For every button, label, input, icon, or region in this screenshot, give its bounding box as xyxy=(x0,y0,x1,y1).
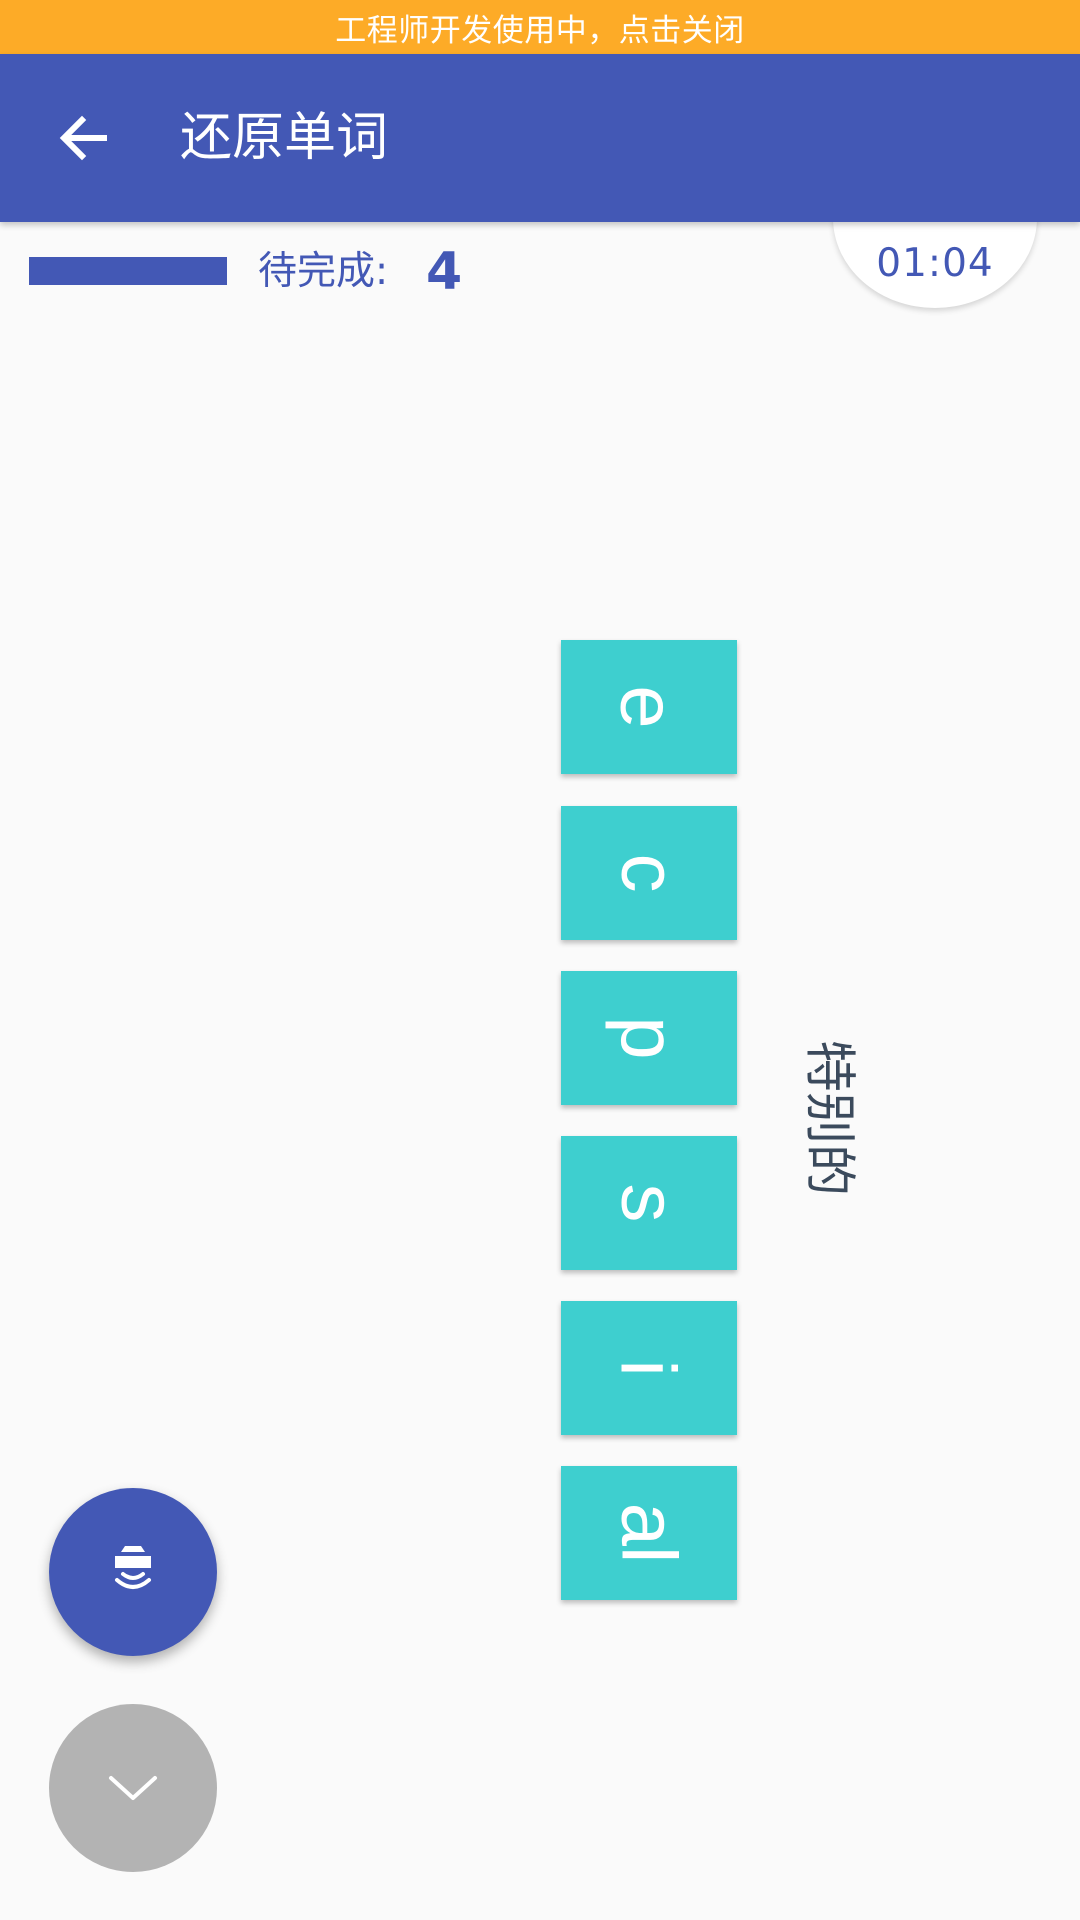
tile-letter: s xyxy=(605,1183,693,1223)
tile-letter: al xyxy=(605,1502,693,1564)
remaining-label: 待完成: xyxy=(258,249,389,294)
letter-tile[interactable]: e xyxy=(561,640,737,774)
chevron-down-icon xyxy=(109,1776,157,1800)
page-title: 还原单词 xyxy=(180,108,389,168)
dev-mode-banner-text: 工程师开发使用中，点击关闭 xyxy=(335,12,745,49)
remaining-count: 4 xyxy=(426,242,463,302)
letter-tile[interactable]: al xyxy=(561,1466,737,1600)
letter-tile[interactable]: c xyxy=(561,806,737,940)
timer-text: 01:04 xyxy=(876,241,994,286)
speaker-sound-icon xyxy=(115,1546,151,1589)
pronounce-button[interactable] xyxy=(49,1488,217,1656)
dev-mode-banner[interactable]: 工程师开发使用中，点击关闭 xyxy=(0,0,1080,54)
tile-letter: c xyxy=(605,853,693,893)
word-meaning: 特别的 xyxy=(798,1039,859,1197)
letter-tile[interactable]: s xyxy=(561,1136,737,1270)
screen: 工程师开发使用中，点击关闭 还原单词 待完成: 4 01:04 e c p s … xyxy=(0,0,1080,1920)
letter-tile[interactable]: i xyxy=(561,1301,737,1435)
back-button[interactable] xyxy=(40,94,128,182)
collapse-button[interactable] xyxy=(49,1704,217,1872)
app-bar: 还原单词 xyxy=(0,54,1080,222)
progress-bar xyxy=(29,257,227,285)
letter-tile[interactable]: p xyxy=(561,971,737,1105)
tile-letter: e xyxy=(604,685,693,729)
tile-letter: p xyxy=(604,1016,693,1060)
tile-letter: i xyxy=(605,1359,693,1377)
arrow-left-icon xyxy=(59,115,107,161)
progress-bar-fill xyxy=(29,257,227,285)
